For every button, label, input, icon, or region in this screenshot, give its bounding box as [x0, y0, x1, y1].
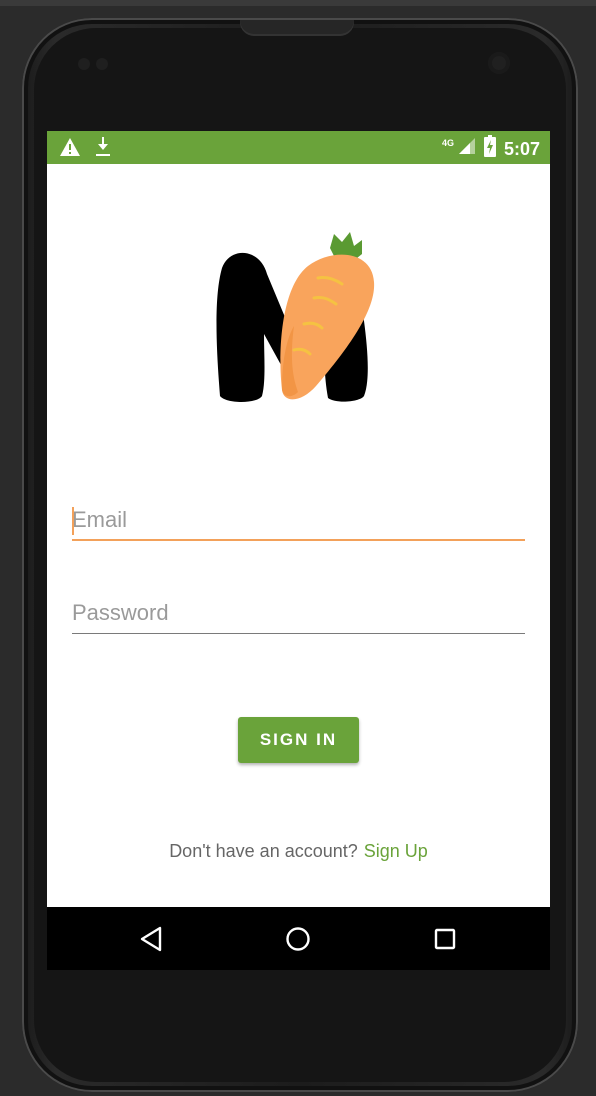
password-field[interactable]	[72, 594, 525, 634]
status-bar: 4G 5:07	[47, 131, 550, 164]
home-icon[interactable]	[284, 925, 312, 953]
back-icon[interactable]	[138, 925, 166, 953]
signup-prompt: Don't have an account? Sign Up	[47, 841, 550, 862]
sign-up-link[interactable]: Sign Up	[364, 841, 428, 861]
battery-charging-icon	[483, 135, 496, 162]
earpiece-speaker	[240, 20, 354, 36]
front-camera	[488, 52, 510, 74]
download-icon	[95, 136, 111, 163]
signup-question: Don't have an account?	[169, 841, 358, 861]
password-input[interactable]	[72, 594, 525, 632]
navigation-bar	[47, 907, 550, 970]
light-sensor	[96, 58, 108, 70]
app-logo	[216, 232, 375, 402]
sign-in-button[interactable]: SIGN IN	[238, 717, 359, 763]
password-underline	[72, 633, 525, 634]
proximity-sensor	[78, 58, 90, 70]
email-field[interactable]	[72, 501, 525, 541]
app-screen: 4G 5:07 Email SIGN IN Don't have an acco…	[47, 131, 550, 970]
signal-icon	[458, 137, 476, 160]
recents-icon[interactable]	[431, 925, 459, 953]
emulator-top-strip	[0, 0, 596, 6]
warning-icon	[59, 137, 81, 162]
email-underline	[72, 539, 525, 541]
text-cursor	[72, 507, 74, 535]
network-type: 4G	[441, 137, 454, 148]
status-clock: 5:07	[503, 138, 540, 159]
email-input[interactable]	[72, 501, 525, 539]
